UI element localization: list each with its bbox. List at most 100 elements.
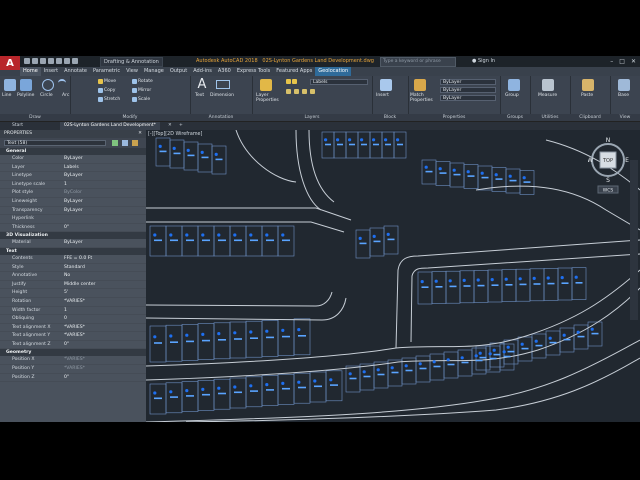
property-value[interactable]	[60, 215, 146, 223]
property-value[interactable]: 0	[60, 315, 146, 323]
selection-grip[interactable]	[249, 233, 253, 237]
open-icon[interactable]	[32, 58, 38, 64]
selection-grip[interactable]	[217, 233, 221, 237]
layer-tool-icon[interactable]	[310, 89, 315, 94]
move-button[interactable]: Move	[98, 79, 116, 84]
new-tab-icon[interactable]: +	[175, 122, 187, 130]
dimension-button[interactable]: Dimension	[210, 93, 234, 98]
polyline-button[interactable]: Polyline	[17, 93, 34, 98]
selection-grip[interactable]	[297, 380, 301, 384]
selection-grip[interactable]	[360, 138, 364, 142]
selection-grip[interactable]	[153, 391, 157, 395]
layer-dropdown[interactable]: Labels	[310, 79, 368, 85]
selection-grip[interactable]	[372, 138, 376, 142]
selection-grip[interactable]	[249, 330, 253, 334]
lineweight-dropdown[interactable]: ByLayer	[440, 87, 496, 93]
selection-grip[interactable]	[534, 339, 538, 343]
selection-grip[interactable]	[532, 276, 536, 280]
property-row[interactable]: Layer Labels	[0, 164, 146, 173]
property-row[interactable]: Position Y *VARIES*	[0, 365, 146, 374]
selection-grip[interactable]	[418, 362, 422, 366]
rotate-button[interactable]: Rotate	[132, 79, 153, 84]
selection-grip[interactable]	[522, 176, 526, 180]
restore-icon[interactable]: □	[619, 57, 625, 66]
dimension-icon[interactable]	[216, 80, 230, 89]
property-value[interactable]: *VARIES*	[60, 356, 146, 364]
property-value[interactable]: 0"	[60, 224, 146, 232]
property-row[interactable]: Linetype ByLayer	[0, 172, 146, 181]
selection-grip[interactable]	[348, 372, 352, 376]
property-row[interactable]: Annotative No	[0, 272, 146, 281]
measure-button[interactable]: Measure	[538, 93, 557, 98]
property-value[interactable]: 0"	[60, 374, 146, 382]
toggle-pickadd-icon[interactable]	[112, 140, 118, 146]
selection-grip[interactable]	[200, 150, 204, 154]
compass-east[interactable]: E	[625, 157, 629, 164]
property-row[interactable]: Height 5'	[0, 289, 146, 298]
circle-button[interactable]: Circle	[40, 93, 53, 98]
property-value[interactable]: Labels	[60, 164, 146, 172]
tab-view[interactable]: View	[123, 67, 141, 76]
close-tab-icon[interactable]: ✕	[164, 122, 176, 130]
selection-grip[interactable]	[281, 233, 285, 237]
selection-grip[interactable]	[508, 174, 512, 178]
sun-icon[interactable]	[292, 79, 297, 84]
property-row[interactable]: Position Z 0"	[0, 374, 146, 383]
selection-grip[interactable]	[462, 278, 466, 282]
select-objects-icon[interactable]	[122, 140, 128, 146]
line-icon[interactable]	[4, 79, 16, 91]
selection-grip[interactable]	[504, 277, 508, 281]
selection-grip[interactable]	[490, 278, 494, 282]
stretch-button[interactable]: Stretch	[98, 97, 120, 102]
property-value[interactable]: ByLayer	[60, 198, 146, 206]
plot-icon[interactable]	[56, 58, 62, 64]
selection-grip[interactable]	[217, 386, 221, 390]
selection-grip[interactable]	[169, 390, 173, 394]
selection-grip[interactable]	[214, 152, 218, 156]
selection-grip[interactable]	[201, 233, 205, 237]
new-icon[interactable]	[24, 58, 30, 64]
property-value[interactable]: 5'	[60, 289, 146, 297]
selection-grip[interactable]	[502, 350, 506, 354]
compass-south[interactable]: S	[606, 177, 610, 184]
workspace-dropdown[interactable]: Drafting & Annotation	[100, 57, 163, 67]
selection-grip[interactable]	[313, 379, 317, 383]
property-row[interactable]: Hyperlink	[0, 215, 146, 224]
selection-grip[interactable]	[590, 327, 594, 331]
selection-grip[interactable]	[233, 233, 237, 237]
close-icon[interactable]: ✕	[631, 57, 636, 66]
selection-grip[interactable]	[448, 279, 452, 283]
tab-add-ins[interactable]: Add-ins	[190, 67, 215, 76]
property-value[interactable]: ByLayer	[60, 155, 146, 163]
line-button[interactable]: Line	[2, 93, 11, 98]
selection-grip[interactable]	[172, 146, 176, 150]
property-value[interactable]: ByLayer	[60, 207, 146, 215]
selection-grip[interactable]	[386, 232, 390, 236]
property-value[interactable]: 0"	[60, 341, 146, 349]
compass-west[interactable]: W	[588, 157, 593, 164]
selection-grip[interactable]	[265, 383, 269, 387]
tab-active-drawing[interactable]: 02S-Lynton Gardens Land Development*	[60, 122, 160, 130]
compass-north[interactable]: N	[606, 137, 611, 144]
selection-grip[interactable]	[384, 138, 388, 142]
group-icon[interactable]	[508, 79, 520, 91]
selection-grip[interactable]	[358, 236, 362, 240]
property-row[interactable]: Justify Middle center	[0, 281, 146, 290]
selection-grip[interactable]	[201, 387, 205, 391]
selection-grip[interactable]	[560, 276, 564, 280]
selection-grip[interactable]	[362, 370, 366, 374]
tab-manage[interactable]: Manage	[141, 67, 167, 76]
arc-button[interactable]: Arc	[62, 93, 69, 98]
group-button[interactable]: Group	[505, 93, 519, 98]
tab-featured-apps[interactable]: Featured Apps	[273, 67, 315, 76]
selection-grip[interactable]	[185, 333, 189, 337]
selection-grip[interactable]	[201, 332, 205, 336]
selection-grip[interactable]	[478, 351, 482, 355]
selection-grip[interactable]	[336, 138, 340, 142]
property-row[interactable]: Transparency ByLayer	[0, 207, 146, 216]
help-search-input[interactable]: Type a keyword or phrase	[380, 57, 456, 67]
selection-grip[interactable]	[153, 233, 157, 237]
save-icon[interactable]	[40, 58, 46, 64]
selection-grip[interactable]	[420, 280, 424, 284]
scale-button[interactable]: Scale	[132, 97, 150, 102]
